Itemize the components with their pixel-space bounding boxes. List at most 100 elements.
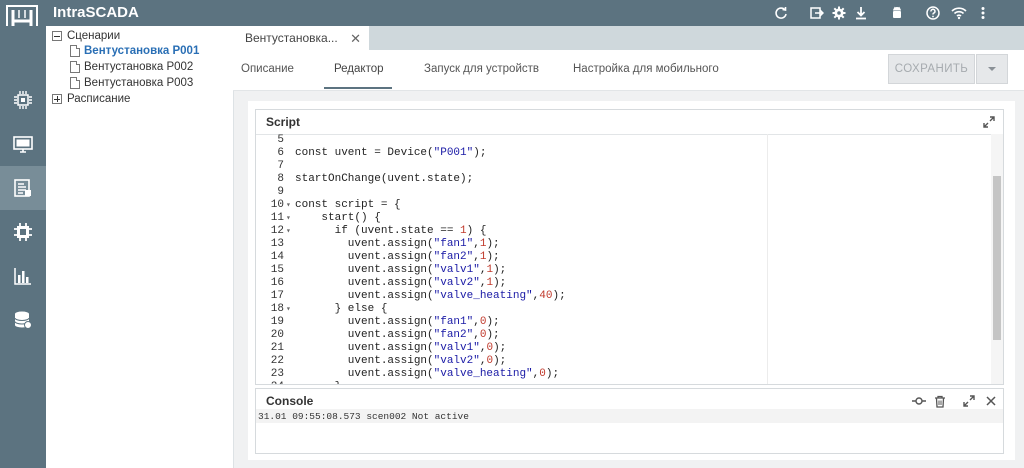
line-number: 21	[270, 342, 284, 354]
tree-node-schedule[interactable]: Расписание	[52, 91, 130, 107]
line-number: 15	[270, 264, 284, 276]
save-dropdown-button[interactable]	[976, 54, 1008, 84]
devices-icon[interactable]	[0, 210, 46, 254]
tree-label-scenarios: Сценарии	[67, 30, 121, 42]
settings-gear-icon[interactable]	[828, 0, 850, 26]
tree-item-p001[interactable]: Вентустановка Р001	[70, 43, 199, 59]
code-text: if (uvent.state == 1) {	[295, 225, 487, 237]
vertical-scrollbar[interactable]	[991, 134, 1003, 384]
code-text: uvent.assign("valv1",0);	[295, 342, 507, 354]
code-text: uvent.assign("valve_heating",0);	[295, 368, 560, 380]
tab-description[interactable]: Описание	[241, 63, 294, 75]
line-number: 14	[270, 251, 284, 263]
line-number: 13	[270, 238, 284, 250]
code-editor[interactable]: 5 6 const uvent = Device("P001"); 7 8 startOn…	[256, 134, 1003, 384]
tab-device-launch[interactable]: Запуск для устройств	[424, 63, 539, 75]
line-number: 18	[270, 303, 284, 315]
close-icon[interactable]: ✕	[350, 31, 361, 47]
line-number: 10	[270, 199, 284, 211]
app-title: IntraSCADA	[53, 4, 139, 21]
fold-toggle-icon[interactable]: ▾	[286, 225, 291, 238]
print-margin	[767, 134, 768, 384]
code-text: uvent.assign("fan1",0);	[295, 316, 500, 328]
tree-item-label: Вентустановка Р003	[84, 77, 194, 89]
line-number: 8	[277, 173, 284, 185]
left-nav-rail	[0, 26, 46, 468]
expand-icon[interactable]	[52, 94, 62, 104]
expand-icon[interactable]	[983, 116, 995, 131]
editor-nav: Описание Редактор Запуск для устройств Н…	[233, 50, 1024, 91]
content-area: Script 5 6 const uvent = Device("P001"); 7 8…	[248, 101, 1015, 460]
more-vert-icon[interactable]	[972, 0, 994, 26]
collapse-icon[interactable]	[52, 31, 62, 41]
code-text: uvent.assign("valv1",1);	[295, 264, 507, 276]
fold-toggle-icon[interactable]: ▾	[286, 199, 291, 212]
monitor-icon[interactable]	[0, 122, 46, 166]
line-number: 24	[256, 381, 284, 384]
line-number: 6	[277, 147, 284, 159]
tab-label: Вентустановка...	[245, 31, 338, 45]
fold-toggle-icon[interactable]: ▾	[286, 212, 291, 225]
code-text: uvent.assign("fan2",1);	[295, 251, 500, 263]
close-icon[interactable]	[983, 393, 999, 409]
scrollbar-thumb[interactable]	[993, 176, 1001, 340]
code-text: uvent.assign("valv2",0);	[295, 355, 507, 367]
charts-icon[interactable]	[0, 254, 46, 298]
line-number: 7	[277, 160, 284, 172]
tree-item-p002[interactable]: Вентустановка Р002	[70, 59, 193, 75]
code-text: start() {	[295, 212, 381, 224]
console-panel: Console 31.01 09:55:08.573 scen002 Not a…	[255, 388, 1004, 454]
download-icon[interactable]	[850, 0, 872, 26]
document-icon	[70, 77, 80, 89]
android-icon[interactable]	[886, 0, 908, 26]
export-icon[interactable]	[806, 0, 828, 26]
topbar-actions	[770, 0, 994, 26]
line-number: 23	[270, 368, 284, 380]
tab-mobile-settings[interactable]: Настройка для мобильного	[573, 63, 719, 75]
tree-label-schedule: Расписание	[67, 93, 131, 105]
line-number: 22	[270, 355, 284, 367]
save-button[interactable]: СОХРАНИТЬ	[888, 54, 975, 84]
connect-icon[interactable]	[911, 393, 927, 409]
script-panel-header: Script	[256, 110, 1003, 135]
console-output-line: 31.01 09:55:08.573 scen002 Not active	[258, 411, 469, 422]
scenario-tree: Сценарии Вентустановка Р001 Вентустановк…	[46, 26, 234, 468]
line-number: 5	[277, 134, 284, 146]
code-text: const uvent = Device("P001");	[295, 147, 487, 159]
line-number: 19	[270, 316, 284, 328]
tab-editor[interactable]: Редактор	[334, 63, 384, 75]
tree-node-scenarios[interactable]: Сценарии	[52, 28, 120, 44]
console-panel-title: Console	[266, 394, 314, 408]
line-number: 16	[270, 277, 284, 289]
code-text: const script = {	[295, 199, 401, 211]
tree-item-label: Вентустановка Р002	[84, 61, 194, 73]
wifi-icon[interactable]	[948, 0, 970, 26]
tree-item-label: Вентустановка Р001	[84, 45, 200, 57]
code-text: uvent.assign("valv2",1);	[295, 277, 507, 289]
processor-icon[interactable]	[0, 78, 46, 122]
refresh-icon[interactable]	[770, 0, 792, 26]
document-icon	[70, 61, 80, 73]
tab-script-p001[interactable]: Вентустановка... ✕	[233, 26, 369, 50]
code-text: } else {	[295, 303, 388, 315]
line-number: 20	[270, 329, 284, 341]
code-text: }	[295, 381, 342, 384]
expand-icon[interactable]	[961, 393, 977, 409]
chevron-down-icon	[988, 67, 996, 71]
code-text: uvent.assign("fan2",0);	[295, 329, 500, 341]
line-number: 11	[270, 212, 284, 224]
script-panel-title: Script	[266, 115, 301, 129]
code-text: uvent.assign("fan1",1);	[295, 238, 500, 250]
tree-item-p003[interactable]: Вентустановка Р003	[70, 75, 193, 91]
help-icon[interactable]	[922, 0, 944, 26]
tab-strip: Вентустановка... ✕	[233, 26, 1024, 50]
database-icon[interactable]	[0, 298, 46, 342]
line-number: 12	[270, 225, 284, 237]
document-icon	[70, 45, 80, 57]
scripts-icon[interactable]	[0, 166, 46, 210]
script-panel: Script 5 6 const uvent = Device("P001"); 7 8…	[255, 109, 1004, 385]
active-tab-indicator	[324, 87, 392, 89]
trash-icon[interactable]	[932, 393, 948, 409]
fold-toggle-icon[interactable]: ▾	[286, 303, 291, 316]
code-text: uvent.assign("valve_heating",40);	[295, 290, 566, 302]
